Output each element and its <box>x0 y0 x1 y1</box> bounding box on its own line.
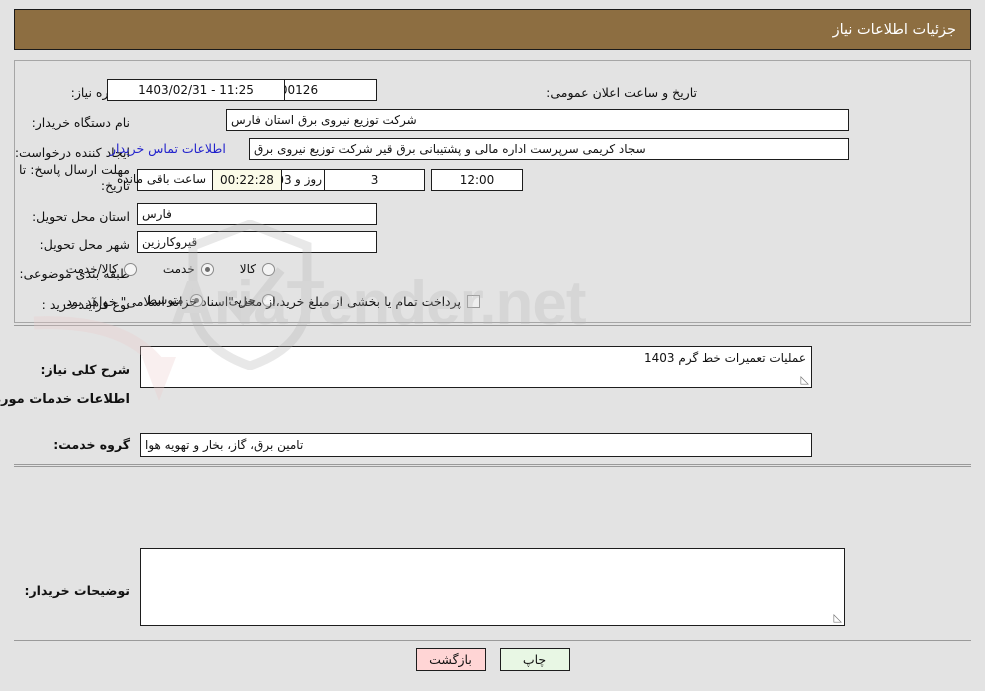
creator-value: سجاد کریمی سرپرست اداره مالی و پشتیبانی … <box>254 142 646 156</box>
category-option-kala[interactable]: کالا <box>240 262 275 276</box>
services-section-title: اطلاعات خدمات مورد نیاز <box>0 392 130 407</box>
action-button-bar: چاپ بازگشت <box>0 648 985 671</box>
deadline-hour-value: 12:00 <box>459 173 495 187</box>
buyer-notes-label: توضیحات خریدار: <box>24 583 130 598</box>
deadline-hour-field[interactable]: 12:00 <box>431 169 523 191</box>
print-button[interactable]: چاپ <box>499 648 570 671</box>
province-label: استان محل تحویل: <box>31 208 130 224</box>
province-field[interactable]: فارس <box>137 203 377 225</box>
treasury-checkbox-text: پرداخت تمام یا بخشی از مبلغ خرید،از محل … <box>62 294 461 309</box>
category-option-khedmat[interactable]: خدمت <box>163 262 214 276</box>
creator-field[interactable]: سجاد کریمی سرپرست اداره مالی و پشتیبانی … <box>249 138 849 160</box>
announce-datetime-value: 11:25 - 1403/02/31 <box>138 83 254 97</box>
buyer-org-label: نام دستگاه خریدار: <box>31 114 130 130</box>
city-row: شهر محل تحویل: <box>40 232 130 256</box>
category-option-label: خدمت <box>162 262 195 276</box>
province-value: فارس <box>142 207 172 221</box>
category-option-kala-khedmat[interactable]: کالا/خدمت <box>66 262 137 276</box>
service-group-field[interactable]: تامین برق، گاز، بخار و تهویه هوا <box>140 433 812 457</box>
radio-icon[interactable] <box>262 262 275 276</box>
category-option-label: کالا <box>239 262 256 276</box>
resize-grip-icon[interactable]: ◺ <box>797 374 809 386</box>
treasury-checkbox-item[interactable]: پرداخت تمام یا بخشی از مبلغ خرید،از محل … <box>62 294 480 309</box>
page-header: جزئیات اطلاعات نیاز <box>14 9 971 50</box>
province-row: استان محل تحویل: <box>32 204 130 228</box>
city-label: شهر محل تحویل: <box>39 236 130 252</box>
resize-grip-icon[interactable]: ◺ <box>830 612 842 624</box>
page-root: جزئیات اطلاعات نیاز شماره نیاز: 11030070… <box>0 0 985 691</box>
remaining-days-value: 3 <box>370 173 379 187</box>
service-group-value: تامین برق، گاز، بخار و تهویه هوا <box>145 438 304 452</box>
remaining-days-label: روز و <box>295 172 322 186</box>
buyer-notes-textarea[interactable]: ◺ <box>140 548 845 626</box>
buyer-org-row: نام دستگاه خریدار: <box>32 110 130 134</box>
service-group-label: گروه خدمت: <box>53 437 130 452</box>
radio-icon[interactable] <box>123 262 137 276</box>
city-value: قیروکارزین <box>142 235 198 249</box>
remaining-time-label: ساعت باقی مانده <box>117 172 207 186</box>
buyer-contact-link[interactable]: اطلاعات تماس خریدار <box>110 141 226 156</box>
page-title: جزئیات اطلاعات نیاز <box>832 21 956 38</box>
remaining-time-value: 00:22:28 <box>220 173 274 187</box>
announce-datetime-label: تاریخ و ساعت اعلان عمومی: <box>546 84 697 100</box>
remaining-days-field: 3 <box>324 169 425 191</box>
buyer-org-value: شرکت توزیع نیروی برق استان فارس <box>231 113 417 127</box>
description-label: شرح کلی نیاز: <box>40 362 130 377</box>
category-option-label: کالا/خدمت <box>65 262 118 276</box>
back-button[interactable]: بازگشت <box>415 648 486 671</box>
remaining-time-field: 00:22:28 <box>212 169 282 191</box>
announce-datetime-row: تاریخ و ساعت اعلان عمومی: <box>546 80 697 104</box>
radio-icon[interactable] <box>200 262 214 276</box>
announce-datetime-field[interactable]: 11:25 - 1403/02/31 <box>107 79 285 101</box>
category-radio-group: کالا خدمت کالا/خدمت <box>40 262 275 276</box>
city-field[interactable]: قیروکارزین <box>137 231 377 253</box>
description-value: عملیات تعمیرات خط گرم 1403 <box>644 351 806 365</box>
buyer-org-field[interactable]: شرکت توزیع نیروی برق استان فارس <box>226 109 849 131</box>
checkbox-icon[interactable] <box>467 295 480 308</box>
description-textarea[interactable]: عملیات تعمیرات خط گرم 1403 ◺ <box>140 346 812 388</box>
